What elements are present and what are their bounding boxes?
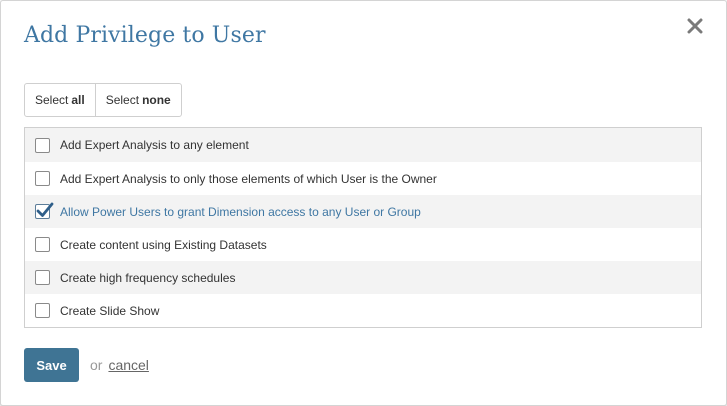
select-toggle-group: Select all Select none (24, 83, 182, 117)
select-none-button[interactable]: Select none (94, 84, 181, 116)
privilege-label: Add Expert Analysis to any element (60, 138, 249, 152)
dialog-title: Add Privilege to User (24, 23, 266, 48)
privilege-label: Create content using Existing Datasets (60, 237, 267, 252)
privilege-row[interactable]: Create Slide Show (25, 294, 701, 327)
checkbox[interactable] (35, 303, 50, 318)
checkbox[interactable] (35, 237, 50, 252)
select-none-bold: none (142, 93, 171, 107)
add-privilege-dialog: Add Privilege to User Select all Select … (0, 0, 727, 406)
checkmark-icon (36, 202, 54, 217)
select-all-bold: all (71, 93, 85, 107)
checkbox[interactable] (35, 171, 50, 186)
checkbox[interactable] (35, 137, 50, 153)
privilege-row[interactable]: Create content using Existing Datasets (25, 228, 701, 261)
save-button[interactable]: Save (24, 348, 79, 382)
dialog-footer: Save or cancel (24, 348, 149, 382)
privilege-row[interactable]: Add Expert Analysis to any element (25, 128, 701, 162)
cancel-link[interactable]: cancel (108, 357, 148, 373)
select-all-button[interactable]: Select all (25, 84, 95, 116)
privilege-label: Create Slide Show (60, 303, 160, 318)
privilege-row[interactable]: Create high frequency schedules (25, 261, 701, 294)
privilege-row[interactable]: Allow Power Users to grant Dimension acc… (25, 195, 701, 228)
checkbox[interactable] (35, 202, 54, 219)
privilege-list: Add Expert Analysis to any element Add E… (24, 127, 702, 328)
privilege-label: Add Expert Analysis to only those elemen… (60, 171, 437, 186)
privilege-label: Allow Power Users to grant Dimension acc… (60, 204, 421, 219)
or-text: or (90, 357, 103, 373)
select-all-prefix: Select (35, 93, 69, 107)
privilege-row[interactable]: Add Expert Analysis to only those elemen… (25, 162, 701, 195)
privilege-label: Create high frequency schedules (60, 270, 236, 285)
select-none-prefix: Select (105, 93, 140, 107)
close-icon[interactable] (684, 14, 706, 38)
checkbox[interactable] (35, 270, 50, 285)
